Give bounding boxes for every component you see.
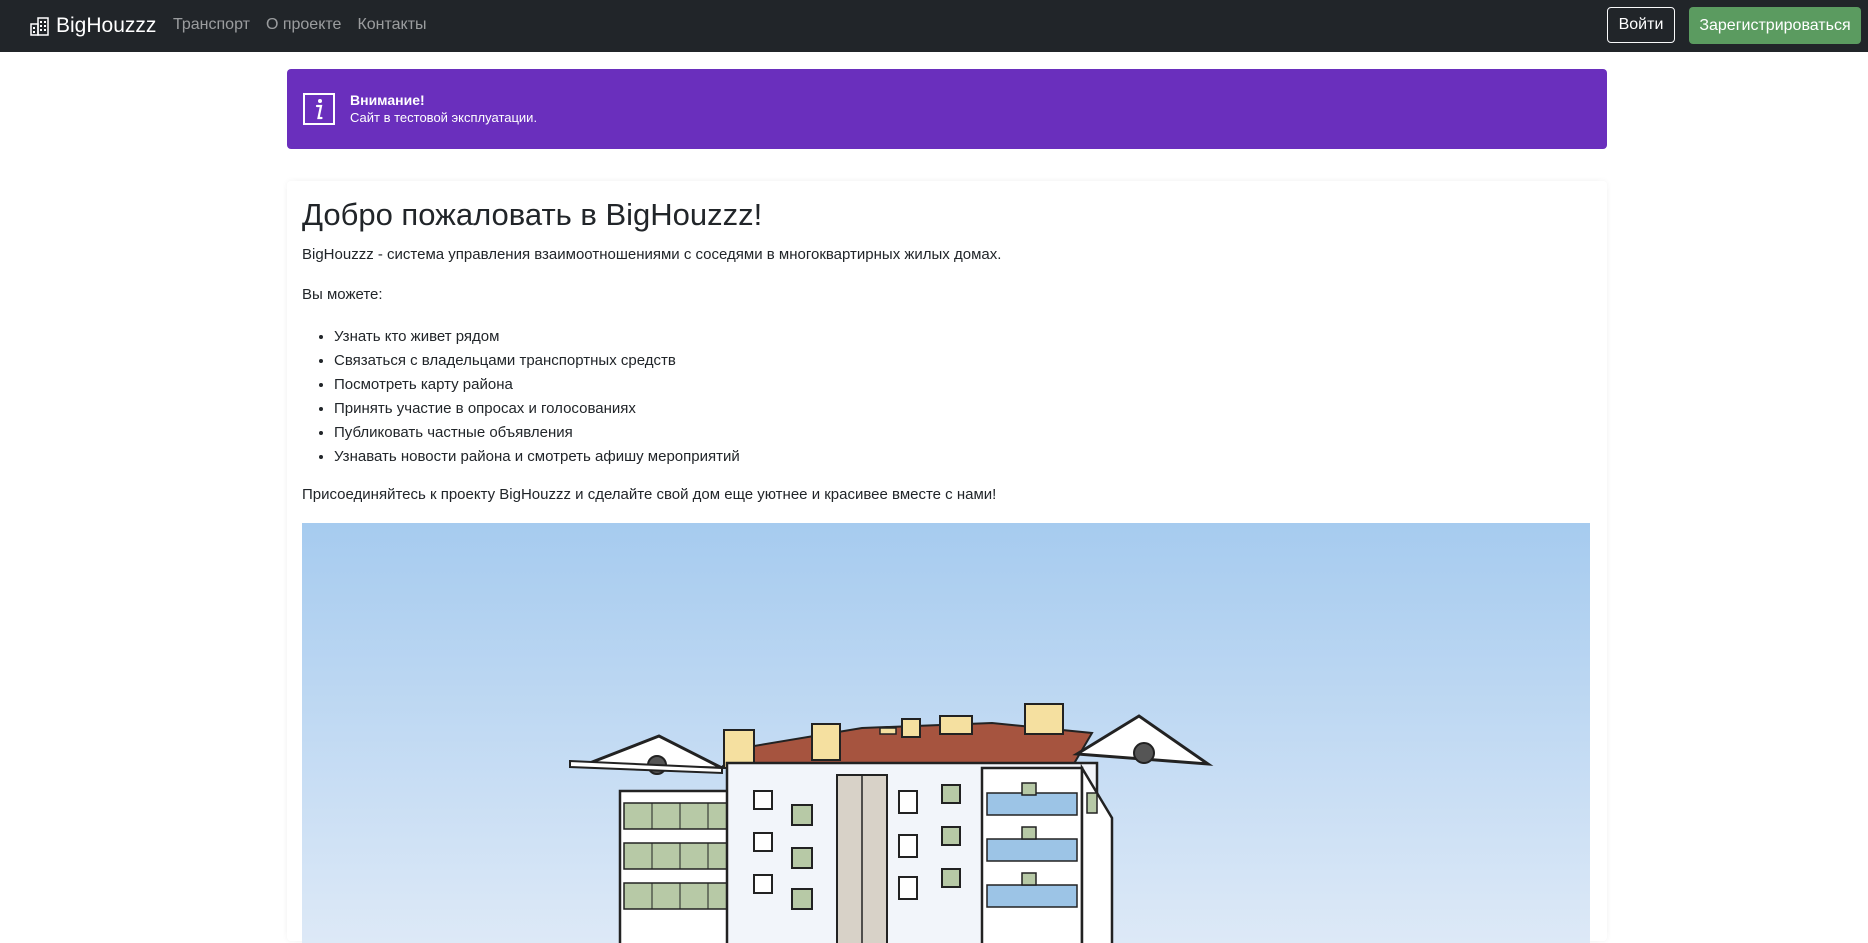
nav-links: Транспорт О проекте Контакты [173,14,427,36]
intro-text: BigHouzzz - система управления взаимоотн… [302,246,1002,263]
join-text: Присоединяйтесь к проекту BigHouzzz и сд… [302,486,997,503]
building-illustration [302,523,1590,943]
list-item: Связаться с владельцами транспортных сре… [334,349,740,373]
register-button[interactable]: Зарегистрироваться [1689,7,1861,44]
alert-title: Внимание! [350,92,425,108]
top-navbar: BigHouzzz Транспорт О проекте Контакты В… [0,0,1868,52]
buildings-icon [30,17,49,36]
features-list: Узнать кто живет рядом Связаться с владе… [302,325,740,469]
nav-link-contacts[interactable]: Контакты [357,14,426,36]
login-button[interactable]: Войти [1607,7,1675,43]
test-mode-alert: Внимание! Сайт в тестовой эксплуатации. [287,69,1607,149]
alert-text: Сайт в тестовой эксплуатации. [350,110,538,125]
info-icon [303,93,335,125]
brand-link[interactable]: BigHouzzz [30,12,156,40]
brand-name: BigHouzzz [56,14,157,37]
nav-link-transport[interactable]: Транспорт [173,14,250,36]
nav-link-about[interactable]: О проекте [266,14,341,36]
features-label: Вы можете: [302,286,383,303]
page-title: Добро пожаловать в BigHouzzz! [302,197,763,232]
list-item: Посмотреть карту района [334,373,740,397]
list-item: Публиковать частные объявления [334,421,740,445]
list-item: Узнать кто живет рядом [334,325,740,349]
list-item: Принять участие в опросах и голосованиях [334,397,740,421]
list-item: Узнавать новости района и смотреть афишу… [334,445,740,469]
welcome-card: Добро пожаловать в BigHouzzz! BigHouzzz … [287,181,1607,943]
